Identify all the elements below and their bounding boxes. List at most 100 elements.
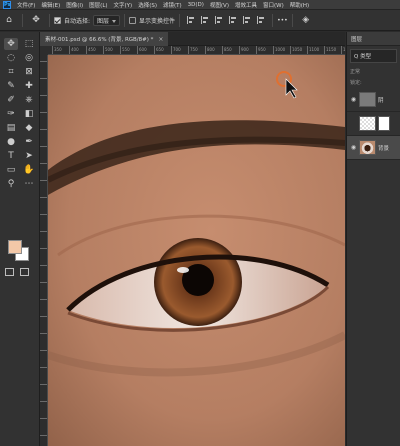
ruler-label: 750 <box>190 47 198 52</box>
menu-layer[interactable]: 图层(L) <box>89 1 107 9</box>
more-options-button[interactable]: ••• <box>277 17 288 24</box>
zoom-icon[interactable]: ⚲ <box>4 178 18 190</box>
ruler-label: 400 <box>71 47 79 52</box>
ruler-tick <box>324 46 325 54</box>
ruler-label: 550 <box>122 47 130 52</box>
close-icon[interactable]: × <box>158 36 163 43</box>
frame-icon[interactable]: ⊠ <box>22 66 36 78</box>
ruler-tick <box>120 46 121 54</box>
auto-select-dropdown[interactable]: 图层 <box>93 14 121 26</box>
ruler-tick <box>40 146 47 147</box>
blend-mode-dropdown[interactable]: 正常 <box>347 66 400 77</box>
transform-controls-checkbox[interactable] <box>129 16 137 24</box>
ruler-tick <box>40 214 47 215</box>
menu-file[interactable]: 文件(F) <box>17 1 35 9</box>
hand-icon[interactable]: ✋ <box>22 164 36 176</box>
menu-image[interactable]: 图像(I) <box>66 1 83 9</box>
layers-tab[interactable]: 图层 <box>347 32 400 46</box>
eyedropper-icon[interactable]: ✎ <box>4 80 18 92</box>
ruler-tick <box>188 46 189 54</box>
gradient-icon[interactable]: ▤ <box>4 122 18 134</box>
more-tools-icon[interactable]: ⋯ <box>22 178 36 190</box>
align-bottom-icon[interactable] <box>257 16 265 24</box>
align-center-icon[interactable] <box>201 16 209 24</box>
align-right-icon[interactable] <box>215 16 223 24</box>
menu-filter[interactable]: 滤镜(T) <box>163 1 182 9</box>
visibility-eye-icon[interactable]: ◉ <box>350 96 357 103</box>
eraser-icon[interactable]: ◧ <box>22 108 36 120</box>
canvas[interactable] <box>48 55 345 446</box>
move-icon[interactable]: ✥ <box>4 38 18 50</box>
auto-select-checkbox[interactable] <box>54 16 61 24</box>
layer-item[interactable]: ◉ 阴 <box>347 88 400 112</box>
align-top-icon[interactable] <box>229 16 237 24</box>
layer-thumbnail <box>359 140 376 155</box>
ruler-tick <box>40 316 47 317</box>
ruler-tick <box>256 46 257 54</box>
shape-icon[interactable]: ▭ <box>4 164 18 176</box>
layer-item[interactable] <box>347 112 400 136</box>
align-middle-icon[interactable] <box>243 16 251 24</box>
pen-icon[interactable]: ✒ <box>22 136 36 148</box>
menu-window[interactable]: 窗口(W) <box>263 1 284 9</box>
menu-select[interactable]: 选择(S) <box>138 1 157 9</box>
ruler-tick <box>40 248 47 249</box>
healing-icon[interactable]: ✚ <box>22 80 36 92</box>
ruler-tick <box>307 46 308 54</box>
ruler-tick <box>154 46 155 54</box>
ruler-tick <box>40 435 47 436</box>
ruler-tick <box>341 46 342 54</box>
horizontal-ruler: 350 400 450 500 550 600 650 700 750 800 850 900 950 1… <box>48 46 345 55</box>
crop-icon[interactable]: ⌗ <box>4 66 18 78</box>
3d-mode-icon[interactable]: ◈ <box>301 15 311 25</box>
quick-mask-icon[interactable] <box>5 268 14 276</box>
ruler-label: 500 <box>105 47 113 52</box>
foreground-color-swatch[interactable] <box>8 240 22 254</box>
ruler-tick <box>40 265 47 266</box>
ruler-label: 950 <box>258 47 266 52</box>
screen-mode-icon[interactable] <box>20 268 29 276</box>
visibility-eye-icon[interactable]: ◉ <box>350 144 357 151</box>
eye-photo <box>48 55 345 446</box>
divider <box>179 13 181 27</box>
lasso-icon[interactable]: ◌ <box>4 52 18 64</box>
ruler-tick <box>239 46 240 54</box>
layer-filter-dropdown[interactable]: Q 类型 <box>350 49 397 63</box>
blur-icon[interactable]: ◆ <box>22 122 36 134</box>
auto-select-label: 自动选择: <box>64 17 91 25</box>
menu-view[interactable]: 视图(V) <box>210 1 229 9</box>
menu-help[interactable]: 帮助(H) <box>290 1 309 9</box>
menu-3d[interactable]: 3D(D) <box>188 2 204 8</box>
layer-item[interactable]: ◉ 背景 <box>347 136 400 160</box>
ruler-label: 350 <box>54 47 62 52</box>
ruler-tick <box>40 384 47 385</box>
stamp-icon[interactable]: ⎈ <box>22 94 36 106</box>
ruler-label: 1200 <box>343 47 345 52</box>
marquee-icon[interactable]: ⬚ <box>22 38 36 50</box>
ruler-label: 600 <box>139 47 147 52</box>
document-tab-bar: 素材-001.psd @ 66.6% (背景, RGB/8#) * × <box>40 32 345 46</box>
menu-plugins[interactable]: 增效工具 <box>235 1 257 9</box>
path-select-icon[interactable]: ➤ <box>22 150 36 162</box>
dodge-icon[interactable]: ● <box>4 136 18 148</box>
type-icon[interactable]: T <box>4 150 18 162</box>
menu-type[interactable]: 文字(Y) <box>114 1 133 9</box>
layer-name: 阴 <box>378 97 384 104</box>
ruler-tick <box>205 46 206 54</box>
ruler-label: 1000 <box>275 47 286 52</box>
brush-icon[interactable]: ✐ <box>4 94 18 106</box>
document-tab[interactable]: 素材-001.psd @ 66.6% (背景, RGB/8#) * × <box>40 32 169 46</box>
object-select-icon[interactable]: ◎ <box>22 52 36 64</box>
home-icon[interactable]: ⌂ <box>4 15 14 25</box>
move-tool-icon[interactable]: ✥ <box>31 15 41 25</box>
ruler-tick <box>40 299 47 300</box>
color-swatches[interactable] <box>8 240 34 262</box>
layer-thumbnail <box>359 116 376 131</box>
ruler-tick <box>40 350 47 351</box>
document-tab-title: 素材-001.psd @ 66.6% (背景, RGB/8#) * <box>45 37 154 43</box>
tools-grid: ✥ ⬚ ◌ ◎ ⌗ ⊠ ✎ ✚ ✐ ⎈ ✑ ◧ ▤ ◆ ● ✒ T ➤ ▭ ✋ ⚲ ⋯ <box>0 32 39 190</box>
align-left-icon[interactable] <box>187 16 195 24</box>
history-brush-icon[interactable]: ✑ <box>4 108 18 120</box>
ruler-tick <box>40 333 47 334</box>
menu-edit[interactable]: 编辑(E) <box>41 1 60 9</box>
